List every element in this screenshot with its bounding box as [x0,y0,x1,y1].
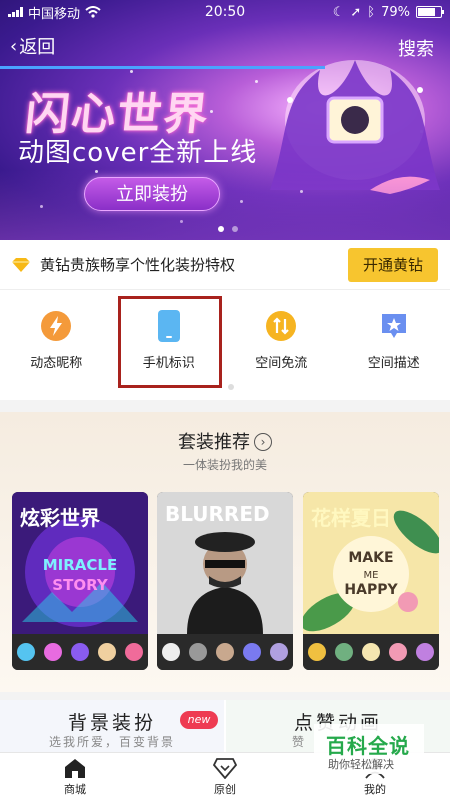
svg-text:MIRACLE: MIRACLE [43,556,117,574]
item-thumb [98,643,117,661]
screen: 中国移动 20:50 ☾ ➚ ᛒ 79% ‹ 返回 搜索 闪心世界 动图cove… [0,0,450,800]
suit-card-summer[interactable]: MAKE ME HAPPY 花样夏日 [303,492,439,670]
battery-icon [416,6,444,18]
battery-percent: 79% [381,4,410,20]
svg-text:STORY: STORY [52,576,109,594]
status-time: 20:50 [204,4,246,20]
banner-subtitle: 动图cover全新上线 [18,138,258,168]
chevron-right-icon: › [254,433,272,451]
card-title: 花样夏日 [311,506,391,530]
tab-original[interactable]: 原创 [150,753,300,800]
item-thumb [307,643,326,661]
feature-label: 动态昵称 [30,356,83,371]
battery-fill [418,8,436,16]
status-left: 中国移动 [8,3,188,22]
feature-space-description[interactable]: 空间描述 [338,290,450,400]
suit-subtitle: 一体装扮我的美 [182,458,267,472]
watermark: 百科全说 助你轻松解决 [314,724,424,774]
card-item-strip [303,634,439,670]
highlight-box [118,296,222,388]
item-thumb [243,643,262,661]
yellow-diamond-icon [12,257,30,272]
feature-free-data[interactable]: 空间免流 [225,290,338,400]
loading-progress-bar [0,66,325,69]
card-title: BLURRED [165,502,270,526]
feature-dynamic-nickname[interactable]: 动态昵称 [0,290,113,400]
svg-text:ME: ME [364,570,379,581]
vip-text: 黄钻贵族畅享个性化装扮特权 [40,256,236,274]
vip-strip: 黄钻贵族畅享个性化装扮特权 开通黄钻 [0,240,450,290]
section-divider [0,400,450,412]
store-icon [65,758,85,778]
feature-label: 空间描述 [367,356,420,371]
bluetooth-icon: ᛒ [367,4,376,20]
location-icon: ➚ [350,4,362,20]
item-thumb [334,643,353,661]
item-thumb [188,643,207,661]
promo-banner[interactable]: 中国移动 20:50 ☾ ➚ ᛒ 79% ‹ 返回 搜索 闪心世界 动图cove… [0,0,450,240]
feature-grid: 动态昵称 手机标识 空间免流 空间描述 [0,290,450,400]
open-yellow-diamond-button[interactable]: 开通黄钻 [348,247,438,282]
card-item-strip [12,634,148,670]
tab-label: 原创 [214,782,236,796]
suit-title-row[interactable]: 套装推荐 › [0,428,450,454]
item-thumb [161,643,180,661]
svg-text:MAKE: MAKE [348,550,393,566]
item-thumb [361,643,380,661]
item-thumb [16,643,35,661]
suit-title: 套装推荐 [178,432,250,453]
status-right: ☾ ➚ ᛒ 79% [262,4,444,20]
item-thumb [270,643,289,661]
tab-label: 商城 [64,782,86,796]
wifi-icon [85,6,101,18]
diamond-icon [213,757,237,779]
status-bar: 中国移动 20:50 ☾ ➚ ᛒ 79% [0,0,450,24]
lightning-icon [40,310,72,342]
watermark-brand: 百科全说 [326,734,410,758]
data-free-icon [265,310,297,342]
signal-icon [8,7,23,17]
chevron-left-icon: ‹ [10,35,18,57]
carrier-label: 中国移动 [28,6,81,22]
tab-store[interactable]: 商城 [0,753,150,800]
svg-text:HAPPY: HAPPY [344,582,398,598]
suit-card-blurred[interactable]: BLURRED [157,492,293,670]
item-thumb [43,643,62,661]
pager-dot [232,226,238,232]
feature-pager-dot [228,384,234,390]
suit-recommend-section: 套装推荐 › 一体装扮我的美 MIRACLE STORY 炫彩世界 BLURRE… [0,412,450,692]
tab-label: 我的 [364,782,386,796]
pager-dot [218,226,224,232]
item-thumb [416,643,435,661]
card-title: 炫彩世界 [20,506,100,530]
moon-icon: ☾ [332,4,345,20]
back-button[interactable]: ‹ 返回 [10,33,55,59]
search-button[interactable]: 搜索 [398,35,434,61]
item-thumb [125,643,144,661]
section-divider [0,692,450,700]
item-thumb [389,643,408,661]
new-badge: new [180,711,218,729]
item-thumb [70,643,89,661]
promo-subtitle: 选我所爱，百变背景 [48,735,175,749]
feature-label: 空间免流 [255,356,308,371]
watermark-slogan: 助你轻松解决 [328,758,394,771]
banner-pager [218,226,238,232]
card-item-strip [157,634,293,670]
suit-card-colorful-world[interactable]: MIRACLE STORY 炫彩世界 [12,492,148,670]
star-badge-icon [378,310,410,342]
back-label: 返回 [19,37,56,58]
dress-up-now-button[interactable]: 立即装扮 [84,177,220,211]
item-thumb [215,643,234,661]
